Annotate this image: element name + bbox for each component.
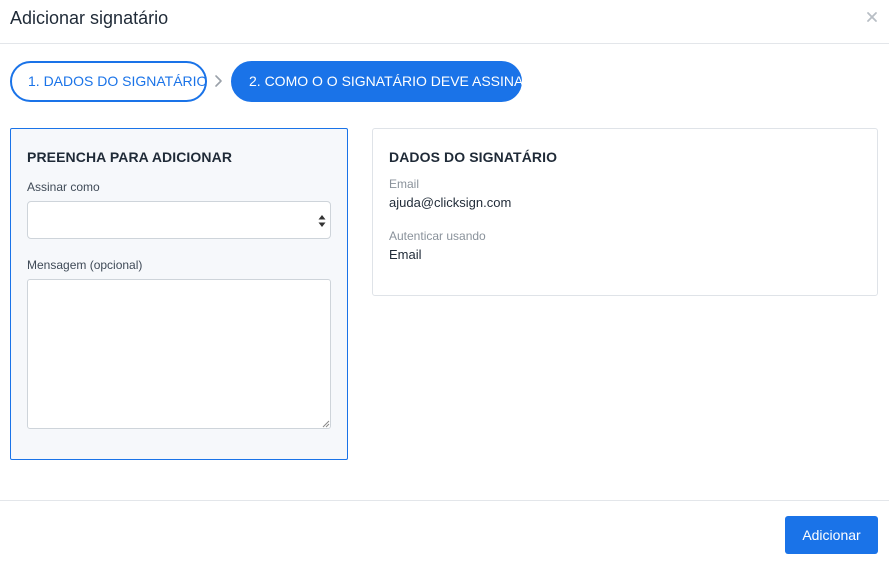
auth-method-value: Email: [389, 247, 422, 262]
footer-divider: [0, 500, 889, 501]
email-label: Email: [389, 177, 420, 191]
auth-method-label: Autenticar usando: [389, 229, 486, 243]
step-signer-data[interactable]: 1. DADOS DO SIGNATÁRIO: [10, 61, 207, 102]
sign-as-select[interactable]: [27, 201, 331, 239]
signing-form-panel: PREENCHA PARA ADICIONAR Assinar como Men…: [10, 128, 348, 460]
close-icon[interactable]: [865, 10, 879, 24]
select-arrows-icon: [318, 215, 326, 227]
message-textarea[interactable]: [27, 279, 331, 429]
signer-data-panel: DADOS DO SIGNATÁRIO Email ajuda@clicksig…: [372, 128, 878, 296]
sign-as-label: Assinar como: [27, 180, 100, 194]
add-button[interactable]: Adicionar: [785, 516, 878, 554]
modal-title: Adicionar signatário: [10, 8, 169, 28]
modal-header: Adicionar signatário: [0, 0, 889, 44]
chevron-right-icon: [214, 74, 224, 88]
signer-panel-title: DADOS DO SIGNATÁRIO: [389, 149, 558, 165]
form-panel-title: PREENCHA PARA ADICIONAR: [27, 149, 233, 165]
message-label: Mensagem (opcional): [27, 258, 143, 272]
email-value: ajuda@clicksign.com: [389, 195, 512, 210]
step-how-to-sign[interactable]: 2. COMO O O SIGNATÁRIO DEVE ASSINAR: [231, 61, 533, 102]
resize-grip-icon[interactable]: [322, 420, 330, 428]
